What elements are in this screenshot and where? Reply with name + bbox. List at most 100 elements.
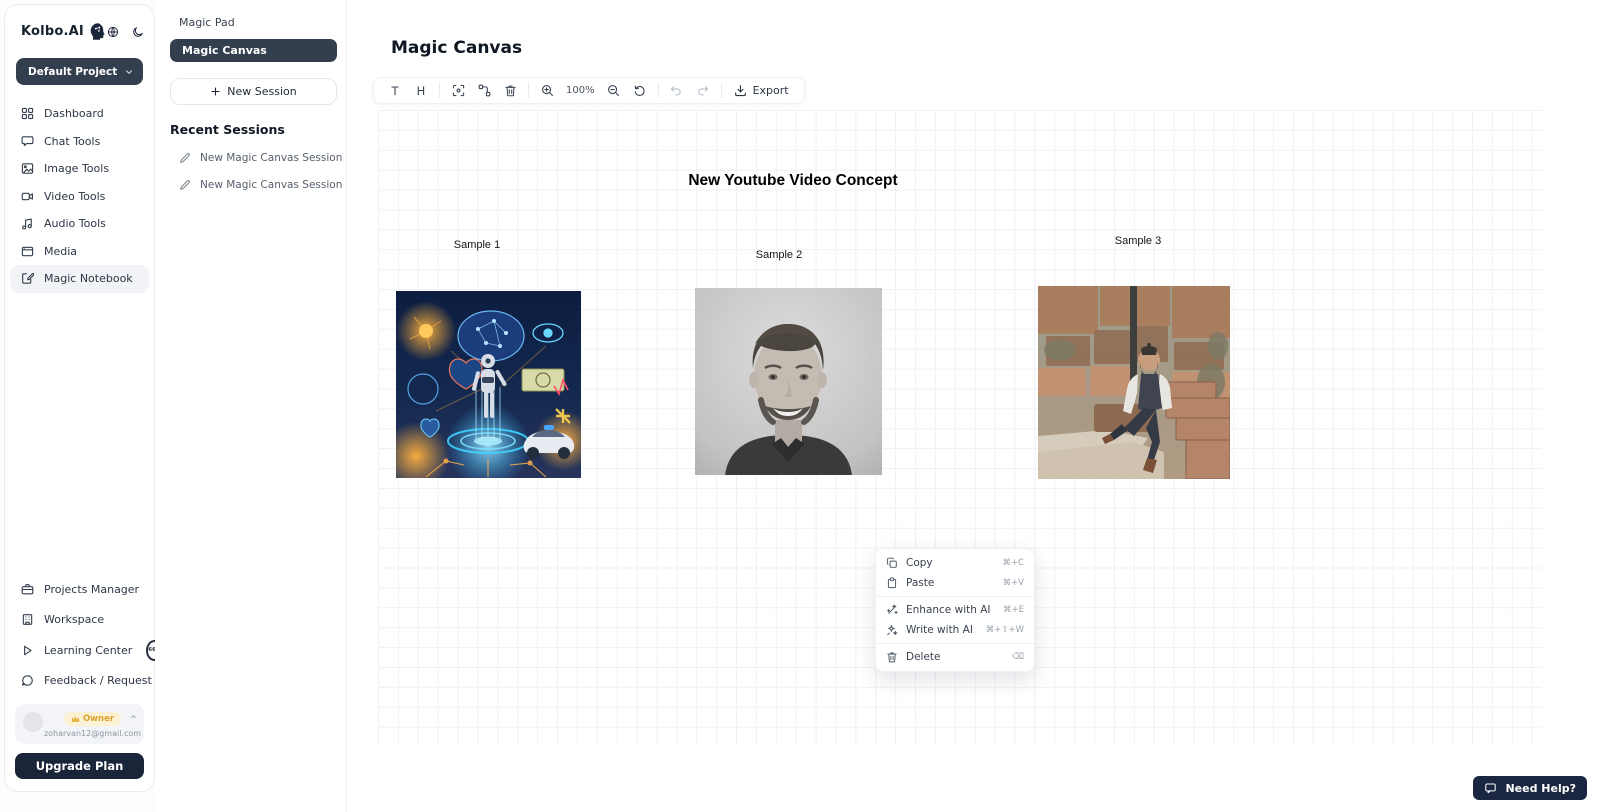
redo-icon (696, 84, 709, 97)
sidebar-item-label: Video Tools (44, 190, 105, 203)
new-session-label: New Session (227, 85, 296, 98)
ai-collage-illustration (396, 291, 581, 478)
need-help-button[interactable]: Need Help? (1473, 776, 1587, 800)
sample-1-label[interactable]: Sample 1 (442, 239, 512, 251)
zoom-out-button[interactable] (602, 80, 626, 101)
sidebar-item-chat-tools[interactable]: Chat Tools (5, 128, 154, 156)
canvas-heading[interactable]: New Youtube Video Concept (683, 172, 903, 190)
project-selector-label: Default Project (28, 66, 117, 78)
reset-view-button[interactable] (628, 80, 652, 101)
sidebar-item-feedback-request[interactable]: Feedback / Request (5, 666, 154, 697)
sidebar-item-label: Magic Notebook (44, 272, 133, 285)
upgrade-plan-button[interactable]: Upgrade Plan (15, 753, 144, 779)
zoom-level: 100% (561, 85, 600, 96)
menu-item-label: Write with AI (906, 624, 973, 636)
sidebar-item-label: Dashboard (44, 107, 104, 120)
sidebar-item-image-tools[interactable]: Image Tools (5, 155, 154, 183)
zoom-out-icon (607, 84, 620, 97)
session-item[interactable]: New Magic Canvas Session (179, 152, 346, 164)
sidebar-spacer (5, 293, 154, 575)
building-icon (21, 613, 34, 626)
connector-tool-button[interactable] (472, 80, 496, 101)
menu-item-label: Enhance with AI (906, 604, 991, 616)
sidebar-item-label: Audio Tools (44, 217, 106, 230)
user-info: Owner zoharvan12@gmail.com (49, 712, 136, 738)
zoom-in-button[interactable] (535, 80, 559, 101)
language-globe-icon[interactable] (107, 26, 119, 38)
select-icon (452, 84, 465, 97)
new-session-button[interactable]: New Session (170, 78, 337, 105)
sidebar-item-dashboard[interactable]: Dashboard (5, 100, 154, 128)
tab-magic-canvas-label: Magic Canvas (182, 44, 267, 57)
chevron-down-icon (124, 67, 134, 77)
copy-icon (886, 557, 898, 569)
tab-magic-canvas[interactable]: Magic Canvas (170, 39, 337, 62)
project-selector[interactable]: Default Project (16, 58, 143, 85)
chat-icon (21, 135, 34, 148)
user-card[interactable]: Owner zoharvan12@gmail.com (15, 704, 144, 744)
menu-divider (876, 596, 1034, 597)
page-title: Magic Canvas (391, 38, 522, 58)
need-help-label: Need Help? (1505, 782, 1576, 795)
sidebar-item-media[interactable]: Media (5, 238, 154, 266)
delete-tool-button[interactable] (498, 80, 522, 101)
menu-shortcut: ⌘+C (1002, 558, 1024, 568)
dashboard-icon (21, 107, 34, 120)
sample-3-image[interactable] (1038, 286, 1230, 479)
sidebar-item-workspace[interactable]: Workspace (5, 605, 154, 636)
clipboard-icon (886, 577, 898, 589)
logo-row: Kolbo.AI (5, 5, 154, 41)
menu-item-delete[interactable]: Delete ⌫ (876, 647, 1034, 667)
upgrade-plan-label: Upgrade Plan (36, 759, 124, 773)
crown-icon (71, 715, 80, 723)
text-tool-button[interactable]: T (383, 80, 407, 101)
undo-button[interactable] (665, 80, 689, 101)
sample-1-image[interactable] (396, 291, 581, 478)
download-icon (734, 84, 747, 97)
play-icon (21, 644, 34, 657)
main-area: Magic Canvas T H 100% (348, 0, 1600, 812)
session-item-label: New Magic Canvas Session (200, 179, 342, 191)
sidebar-item-projects-manager[interactable]: Projects Manager (5, 574, 154, 605)
canvas-grid[interactable]: New Youtube Video Concept Sample 1 Sampl… (378, 110, 1542, 745)
menu-item-label: Paste (906, 577, 934, 589)
notebook-icon (21, 272, 34, 285)
role-badge-label: Owner (83, 714, 114, 724)
redo-button[interactable] (691, 80, 715, 101)
sidebar-item-magic-notebook[interactable]: Magic Notebook (10, 265, 149, 293)
zoom-in-icon (541, 84, 554, 97)
trash-icon (886, 651, 898, 663)
dark-mode-moon-icon[interactable] (132, 26, 144, 38)
menu-item-write-with-ai[interactable]: Write with AI ⌘+⇧+W (876, 620, 1034, 640)
canvas-toolbar: T H 100% Export (373, 77, 805, 104)
sample-3-label[interactable]: Sample 3 (1103, 235, 1173, 247)
heading-tool-button[interactable]: H (409, 80, 433, 101)
tab-magic-pad[interactable]: Magic Pad (155, 0, 346, 29)
sample-2-label[interactable]: Sample 2 (744, 249, 814, 261)
app-sidebar: Kolbo.AI Default Project Dashboard Chat … (4, 4, 155, 792)
pencil-icon (179, 179, 191, 191)
sample-2-image[interactable] (695, 288, 882, 475)
session-item[interactable]: New Magic Canvas Session (179, 179, 346, 191)
select-tool-button[interactable] (446, 80, 470, 101)
recent-sessions-heading: Recent Sessions (170, 122, 346, 137)
menu-item-enhance-with-ai[interactable]: Enhance with AI ⌘+E (876, 600, 1034, 620)
menu-item-paste[interactable]: Paste ⌘+V (876, 573, 1034, 593)
role-badge: Owner (64, 712, 121, 726)
menu-item-copy[interactable]: Copy ⌘+C (876, 553, 1034, 573)
sidebar-item-label: Projects Manager (44, 583, 139, 596)
sidebar-item-label: Media (44, 245, 77, 258)
toolbar-divider (439, 83, 440, 98)
sidebar-item-learning-center[interactable]: Learning Center 66% (5, 635, 154, 666)
menu-shortcut: ⌘+V (1003, 578, 1024, 588)
media-icon (21, 245, 34, 258)
undo-icon (670, 84, 683, 97)
rotate-icon (633, 84, 646, 97)
menu-shortcut: ⌘+⇧+W (986, 625, 1024, 635)
menu-item-label: Delete (906, 651, 941, 663)
sidebar-item-video-tools[interactable]: Video Tools (5, 183, 154, 211)
video-icon (21, 190, 34, 203)
sidebar-item-audio-tools[interactable]: Audio Tools (5, 210, 154, 238)
toolbar-divider (528, 83, 529, 98)
export-button[interactable]: Export (728, 84, 795, 97)
